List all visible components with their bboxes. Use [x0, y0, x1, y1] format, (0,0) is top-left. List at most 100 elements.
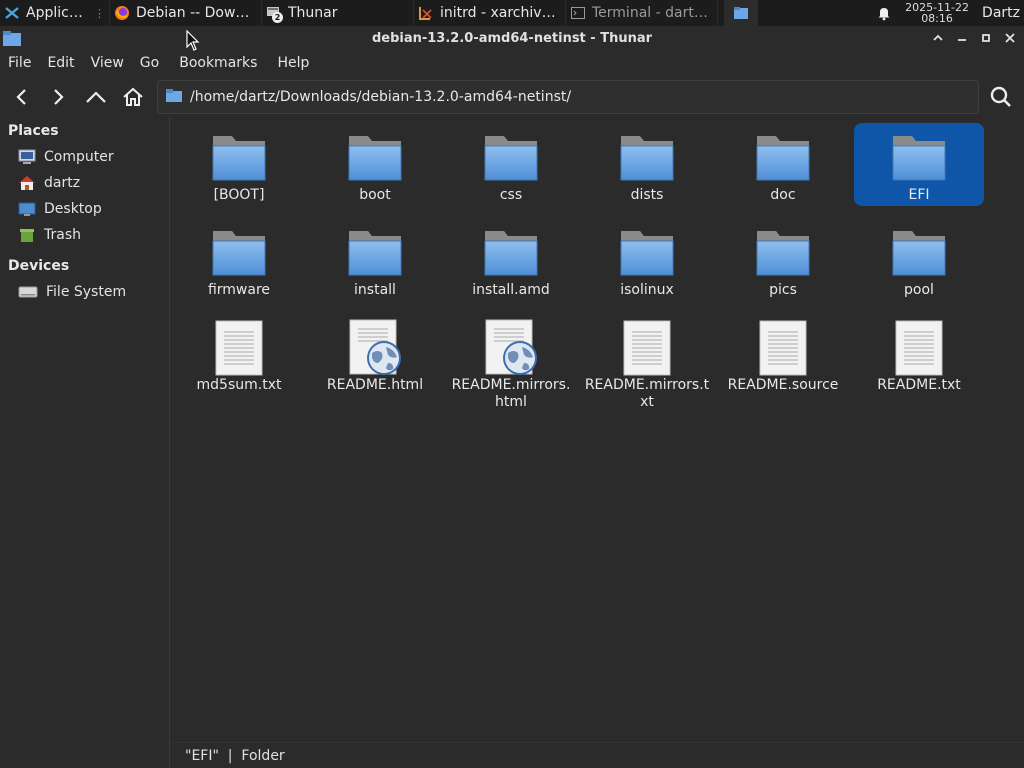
folder-icon	[751, 224, 815, 282]
folder-item[interactable]: pics	[718, 218, 848, 301]
user-menu[interactable]: Dartz	[976, 5, 1024, 21]
toolbar: /home/dartz/Downloads/debian-13.2.0-amd6…	[0, 78, 1024, 116]
folder-icon	[343, 129, 407, 187]
status-bar: "EFI" | Folder	[171, 742, 1024, 768]
menu-help[interactable]: Help	[271, 55, 315, 71]
folder-item[interactable]: pool	[854, 218, 984, 301]
file-name-label: README.source	[727, 377, 839, 393]
folder-item[interactable]: firmware	[174, 218, 304, 301]
sidebar-item-dartz[interactable]: dartz	[0, 170, 169, 196]
drive-icon	[18, 286, 38, 298]
minimize-icon	[958, 39, 966, 41]
text-document-icon	[615, 319, 679, 377]
folder-item[interactable]: dists	[582, 123, 712, 206]
shade-button[interactable]	[928, 28, 948, 48]
maximize-icon	[982, 34, 990, 42]
home-icon	[123, 87, 143, 106]
parent-folder-button[interactable]	[79, 80, 113, 114]
folder-icon	[615, 129, 679, 187]
applications-label: Applications	[26, 5, 88, 21]
notifications-button[interactable]	[870, 0, 898, 26]
file-name-label: pics	[769, 282, 797, 298]
file-name-label: firmware	[207, 282, 271, 298]
terminal-icon	[570, 5, 586, 21]
maximize-button[interactable]	[976, 28, 996, 48]
sidebar-item-computer[interactable]: Computer	[0, 144, 169, 170]
minimize-button[interactable]	[952, 28, 972, 48]
clock[interactable]: 2025-11-22 08:16	[898, 2, 976, 24]
location-bar[interactable]: /home/dartz/Downloads/debian-13.2.0-amd6…	[157, 80, 979, 114]
menu-view[interactable]: View	[85, 55, 130, 71]
file-item[interactable]: README.mirrors.html	[446, 313, 576, 413]
back-button[interactable]	[5, 80, 39, 114]
folder-item[interactable]: css	[446, 123, 576, 206]
menu-edit[interactable]: Edit	[41, 55, 80, 71]
close-button[interactable]	[1000, 28, 1020, 48]
folder-item[interactable]: install	[310, 218, 440, 301]
file-name-label: isolinux	[620, 282, 674, 298]
thunar-icon: 2	[266, 5, 283, 23]
file-item[interactable]: README.mirrors.txt	[582, 313, 712, 413]
taskbar-item-thunar[interactable]: 2 Thunar	[262, 0, 414, 26]
xfce-logo-icon	[4, 5, 20, 21]
folder-icon	[615, 224, 679, 282]
folder-icon	[479, 224, 543, 282]
file-item[interactable]: README.txt	[854, 313, 984, 396]
window-titlebar[interactable]: debian-13.2.0-amd64-netinst - Thunar	[0, 26, 1024, 50]
forward-button[interactable]	[41, 80, 75, 114]
file-name-label: install.amd	[472, 282, 550, 298]
mouse-cursor	[186, 29, 200, 56]
sidebar-item-label: Desktop	[44, 201, 102, 217]
folder-item[interactable]: EFI	[854, 123, 984, 206]
chevron-left-icon	[16, 89, 26, 105]
folder-item[interactable]: doc	[718, 123, 848, 206]
file-icon-view[interactable]: [BOOT] boot css dists doc EFI firmware install i…	[171, 118, 1024, 742]
taskbar-item-label: Terminal - dartz...	[592, 5, 713, 21]
folder-icon	[343, 224, 407, 282]
home-icon	[19, 176, 35, 190]
menubar: File Edit View Go Bookmarks Help	[0, 50, 1024, 76]
folder-item[interactable]: boot	[310, 123, 440, 206]
folder-item[interactable]: [BOOT]	[174, 123, 304, 206]
menu-go[interactable]: Go	[134, 55, 165, 71]
menu-grip-icon: ⋮	[94, 6, 105, 20]
applications-menu-button[interactable]: Applications ⋮	[0, 0, 110, 26]
home-button[interactable]	[116, 80, 150, 114]
trash-icon	[20, 229, 34, 242]
text-document-icon	[207, 319, 271, 377]
file-name-label: README.html	[326, 377, 424, 393]
file-item[interactable]: README.html	[310, 313, 440, 396]
sidebar-item-file-system[interactable]: File System	[0, 279, 169, 305]
file-name-label: css	[499, 187, 523, 203]
folder-window-icon	[733, 5, 749, 21]
window-folder-icon[interactable]	[2, 29, 22, 51]
chevron-right-icon	[54, 89, 64, 105]
taskbar-item-xarchiver[interactable]: initrd - xarchiver...	[414, 0, 566, 26]
file-item[interactable]: md5sum.txt	[174, 313, 304, 396]
file-name-label: README.txt	[877, 377, 961, 393]
sidebar-item-desktop[interactable]: Desktop	[0, 196, 169, 222]
places-heading: Places	[8, 123, 59, 139]
folder-icon	[166, 88, 182, 106]
status-text: "EFI" | Folder	[185, 747, 285, 764]
file-name-label: dists	[630, 187, 664, 203]
folder-item[interactable]: install.amd	[446, 218, 576, 301]
menu-bookmarks[interactable]: Bookmarks	[173, 55, 263, 71]
file-name-label: [BOOT]	[213, 187, 265, 203]
menu-file[interactable]: File	[2, 55, 37, 71]
file-name-label: boot	[359, 187, 391, 203]
sidebar-item-label: Computer	[44, 149, 114, 165]
folder-item[interactable]: isolinux	[582, 218, 712, 301]
taskbar-item-terminal[interactable]: Terminal - dartz...	[566, 0, 718, 26]
taskbar-item-label: initrd - xarchiver...	[440, 5, 561, 21]
chevron-up-icon	[86, 91, 106, 103]
search-button[interactable]	[984, 80, 1018, 114]
taskbar-item-firefox[interactable]: Debian -- Downl...	[110, 0, 262, 26]
file-item[interactable]: README.source	[718, 313, 848, 396]
text-document-icon	[751, 319, 815, 377]
file-name-label: md5sum.txt	[196, 377, 282, 393]
html-document-icon	[479, 319, 543, 377]
sidebar-item-trash[interactable]: Trash	[0, 222, 169, 248]
file-name-label: README.mirrors.html	[451, 377, 571, 410]
workspace-switcher-button[interactable]	[724, 0, 758, 26]
